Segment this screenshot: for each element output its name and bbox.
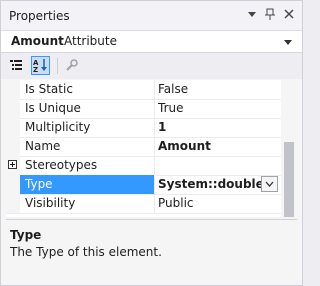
column-divider [154,194,155,213]
close-icon[interactable] [282,7,296,21]
toolbar-separator [57,58,58,74]
column-divider [154,99,155,118]
property-name: Type [20,175,154,194]
property-name: Visibility [25,196,76,210]
property-value[interactable]: Amount [158,137,281,156]
property-value[interactable]: 1 [158,118,281,137]
object-name: Amount [11,34,64,48]
row-gutter [6,80,20,99]
properties-toolbar: A Z [1,53,302,79]
vertical-scrollbar[interactable] [281,80,297,217]
property-row-name[interactable]: Name Amount [6,137,281,157]
column-divider [154,175,155,194]
description-text: The Type of this element. [10,245,162,259]
property-name: Stereotypes [25,158,98,172]
property-value[interactable]: Public [158,194,281,213]
property-row-type[interactable]: Type System::double [6,175,281,195]
scrollbar-thumb[interactable] [284,142,294,217]
properties-window: Properties Amount Attribute A Z Is Stati… [0,0,303,286]
property-name: Is Static [25,82,73,96]
object-type: Attribute [64,34,117,48]
property-name: Is Unique [25,101,81,115]
property-pages-icon[interactable] [62,56,81,75]
expand-plus-icon[interactable] [8,160,17,169]
type-dropdown-button[interactable] [261,176,278,192]
pin-icon[interactable] [263,7,277,21]
row-gutter [6,175,20,194]
window-title: Properties [9,9,70,23]
object-selector[interactable]: Amount Attribute [1,31,302,53]
property-row-is-unique[interactable]: Is Unique True [6,99,281,119]
property-name: Multiplicity [25,120,91,134]
svg-text:Z: Z [33,66,38,74]
property-row-stereotypes[interactable]: Stereotypes [6,156,281,176]
property-row-visibility[interactable]: Visibility Public [6,194,281,214]
row-gutter [6,99,20,118]
description-panel: Type The Type of this element. [6,219,297,282]
description-title: Type [10,228,42,242]
title-bar: Properties [1,1,302,31]
row-gutter [6,194,20,213]
property-grid: Is Static False Is Unique True Multiplic… [6,80,281,217]
column-divider [154,156,155,175]
property-row-multiplicity[interactable]: Multiplicity 1 [6,118,281,138]
property-name: Name [25,139,61,153]
property-value[interactable]: True [158,99,281,118]
property-row-is-static[interactable]: Is Static False [6,80,281,100]
categorized-icon[interactable] [7,56,26,75]
row-gutter [6,118,20,137]
column-divider [154,80,155,99]
column-divider [154,137,155,156]
window-menu-dropdown-icon[interactable] [245,7,259,21]
property-value[interactable] [158,156,281,175]
object-dropdown-icon[interactable] [283,36,293,46]
alphabetical-icon[interactable]: A Z [31,56,50,75]
column-divider [154,118,155,137]
property-value[interactable]: False [158,80,281,99]
row-gutter [6,137,20,156]
